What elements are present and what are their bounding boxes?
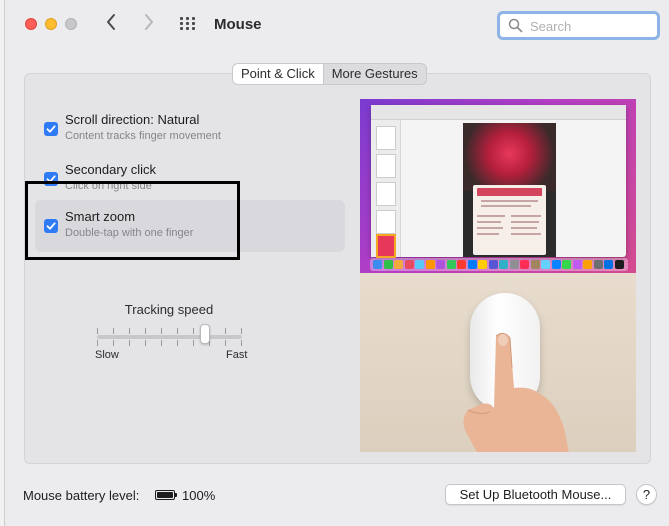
slider-tick [193,340,194,346]
slider-max-label: Fast [226,349,248,361]
title-bar: Mouse [5,0,669,50]
dock-app-icon [593,260,603,269]
zoom-window-button[interactable] [65,18,77,30]
forward-button[interactable] [143,13,155,35]
preview-document [463,123,556,257]
dock-app-icon [551,260,561,269]
scroll-direction-checkbox[interactable] [44,122,58,136]
hand-image [463,332,569,452]
close-window-button[interactable] [25,18,37,30]
slider-tick [129,340,130,346]
tab-bar: Point & Click More Gestures [232,63,427,85]
slider-tick [177,340,178,346]
dock-app-icon [604,260,613,269]
tracking-speed-label: Tracking speed [124,302,214,317]
dock-app-icon [446,260,456,269]
preview-toolbar [371,105,626,120]
battery-icon [155,490,177,500]
dock-app-icon [457,260,466,269]
dock-app-icon [404,260,414,269]
dock-app-icon [499,260,508,269]
preview-dock [370,258,628,271]
preview-sidebar [371,120,401,258]
preview-desk [360,273,636,452]
option-title: Secondary click [65,162,157,177]
setup-bluetooth-mouse-button[interactable]: Set Up Bluetooth Mouse... [445,484,626,505]
battery-level-label: Mouse battery level: [23,488,140,503]
slider-tick [97,328,98,334]
search-icon [508,18,523,33]
dock-app-icon [394,260,403,269]
chevron-right-icon [145,14,153,30]
slider-tick [145,328,146,334]
slider-min-label: Slow [95,349,119,361]
slider-tick [177,328,178,334]
window-title: Mouse [214,16,262,33]
dock-app-icon [509,260,519,269]
battery-percent: 100% [182,488,216,503]
slider-tick [161,328,162,334]
dock-app-icon [562,260,571,269]
slider-tick [113,340,114,346]
slider-tick [225,340,226,346]
dock-app-icon [572,260,582,269]
preview-screen [360,99,636,273]
slider-tick [145,340,146,346]
bottom-bar: Mouse battery level: 100% Set Up Bluetoo… [5,470,669,526]
tracking-speed-control: Tracking speed Slow Fast [95,302,250,362]
gesture-preview-image [360,99,636,452]
tab-more-gestures[interactable]: More Gestures [323,64,426,84]
help-button[interactable]: ? [636,484,657,505]
tracking-speed-slider-track[interactable] [97,335,242,339]
dock-app-icon [530,260,540,269]
dock-app-icon [541,260,550,269]
dock-app-icon [467,260,477,269]
dock-app-icon [436,260,445,269]
slider-tick [225,328,226,334]
slider-tick [129,328,130,334]
dock-app-icon [415,260,424,269]
dock-app-icon [478,260,487,269]
slider-tick [241,328,242,334]
dock-app-icon [488,260,498,269]
option-subtitle: Content tracks finger movement [65,130,221,142]
slider-tick [161,340,162,346]
dock-app-icon [614,260,624,269]
slider-tick [193,328,194,334]
slider-tick [97,340,98,346]
show-all-button[interactable] [180,17,198,33]
search-field[interactable] [497,11,660,40]
mouse-preferences-window: Mouse Point & Click More Gestures Scroll… [4,0,669,526]
dock-app-icon [520,260,529,269]
slider-tick [241,340,242,346]
tracking-speed-slider-knob[interactable] [200,324,210,344]
back-button[interactable] [105,13,117,35]
highlight-callout-box [25,181,240,260]
dock-app-icon [583,260,592,269]
minimize-window-button[interactable] [45,18,57,30]
search-input[interactable] [530,17,650,35]
option-title: Scroll direction: Natural [65,112,200,127]
checkmark-icon [46,125,56,133]
chevron-left-icon [107,14,115,30]
dock-app-icon [383,260,393,269]
tab-point-and-click[interactable]: Point & Click [233,64,324,84]
option-scroll-direction[interactable]: Scroll direction: Natural Content tracks… [35,103,345,155]
slider-tick [113,328,114,334]
dock-app-icon [425,260,435,269]
dock-app-icon [373,260,382,269]
preview-app-window [371,105,626,258]
